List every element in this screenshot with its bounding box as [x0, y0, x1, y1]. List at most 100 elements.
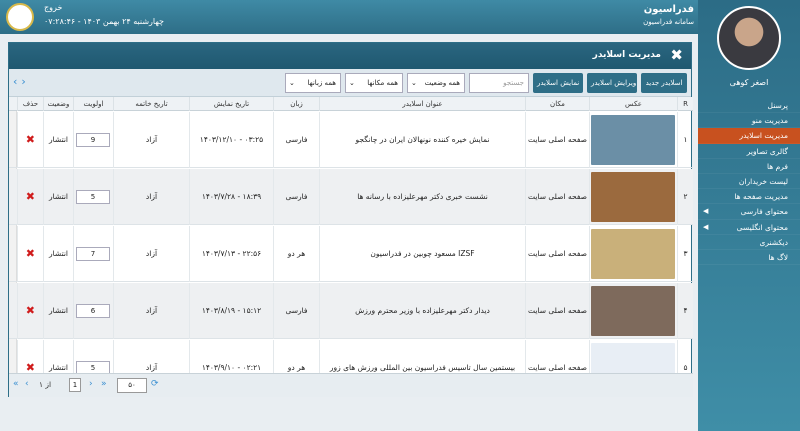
cell-image — [589, 112, 677, 168]
priority-input[interactable]: 7 — [76, 247, 110, 261]
col-status: وضعیت — [43, 97, 73, 111]
cell-language: فارسی — [273, 112, 319, 168]
cell-show-date: ۱۴۰۳/۸/۱۹ - ۱۵:۱۲ — [189, 283, 273, 339]
sidebar-item-english-content[interactable]: ◀ محتوای انگلیسی — [698, 220, 800, 235]
cell-end-date: آزاد — [113, 283, 189, 339]
sidebar-item-label: لیست خریداران — [738, 176, 788, 186]
prev-page-icon[interactable]: ‹ — [25, 379, 29, 389]
cell-status: انتشار — [43, 112, 73, 168]
pager: « ‹ از ۱ 1 › » ۵۰ ⟳ — [9, 373, 693, 397]
sidebar-item-logs[interactable]: لاگ ها — [698, 250, 800, 266]
search-input[interactable]: جستجو — [469, 73, 529, 93]
cell-end-date: آزاد — [113, 112, 189, 168]
sidebar-item-buyers[interactable]: لیست خریداران — [698, 174, 800, 190]
sidebar-item-label: مدیریت صفحه ها — [734, 192, 788, 202]
table-row[interactable]: ۵ صفحه اصلی سایت بیستمین سال تاسیس فدراسیو… — [9, 340, 693, 373]
view-slider-button[interactable]: نمایش اسلایدر — [533, 73, 583, 93]
cell-show-date: ۱۴۰۳/۹/۱۰ - ۰۲:۲۱ — [189, 340, 273, 373]
app-title: فدراسیون — [643, 4, 694, 15]
cell-priority: 7 — [73, 226, 113, 282]
next-page-icon[interactable]: › — [89, 379, 93, 389]
sidebar-item-gallery[interactable]: گالری تصاویر — [698, 144, 800, 159]
status-filter-value: همه وضعیت — [424, 79, 460, 87]
sidebar-item-dictionary[interactable]: دیکشنری — [698, 235, 800, 250]
cell-priority: 5 — [73, 340, 113, 373]
cell-end-date: آزاد — [113, 169, 189, 225]
delete-icon[interactable]: ✖ — [26, 169, 35, 225]
cell-image — [589, 226, 677, 282]
cell-status: انتشار — [43, 340, 73, 373]
scroll-arrows[interactable]: ‹› — [13, 75, 30, 88]
cell-language: هر دو — [273, 226, 319, 282]
priority-input[interactable]: 6 — [76, 304, 110, 318]
sidebar-item-slider-management[interactable]: مدیریت اسلایدر — [698, 128, 800, 144]
first-page-icon[interactable]: « — [13, 379, 19, 389]
table-row[interactable]: ۴ صفحه اصلی سایت دیدار دکتر مهرعلیزاده با … — [9, 283, 693, 339]
delete-icon[interactable]: ✖ — [26, 226, 35, 282]
logout-link[interactable]: خروج — [44, 3, 62, 12]
status-filter-select[interactable]: همه وضعیت ⌄ — [407, 73, 465, 93]
place-filter-select[interactable]: همه مکانها ⌄ — [345, 73, 403, 93]
priority-input[interactable]: 9 — [76, 133, 110, 147]
cell-image — [589, 283, 677, 339]
sidebar-item-label: دیکشنری — [759, 237, 788, 247]
slider-thumbnail — [591, 286, 675, 336]
col-end-date: تاریخ خاتمه — [113, 97, 189, 111]
cell-show-date: ۱۴۰۳/۷/۱۳ - ۲۲:۵۶ — [189, 226, 273, 282]
cell-language: فارسی — [273, 169, 319, 225]
cell-place: صفحه اصلی سایت — [525, 112, 589, 168]
col-place: مکان — [525, 97, 589, 111]
cell-image — [589, 169, 677, 225]
place-filter-value: همه مکانها — [367, 79, 398, 87]
cell-priority: 6 — [73, 283, 113, 339]
cell-end-date: آزاد — [113, 340, 189, 373]
delete-icon[interactable]: ✖ — [26, 112, 35, 168]
cell-delete: ✖ — [17, 340, 43, 373]
sidebar-item-personnel[interactable]: پرسنل — [698, 98, 800, 114]
cell-r: ۱ — [677, 112, 693, 168]
close-icon[interactable]: ✖ — [670, 46, 683, 64]
priority-input[interactable]: 5 — [76, 190, 110, 204]
language-filter-select[interactable]: همه زبانها ⌄ — [285, 73, 341, 93]
sidebar-item-label: مدیریت اسلایدر — [739, 131, 788, 141]
cell-status: انتشار — [43, 226, 73, 282]
cell-r: ۲ — [677, 169, 693, 225]
edit-slider-button[interactable]: ویرایش اسلایدر — [587, 73, 637, 93]
delete-icon[interactable]: ✖ — [26, 340, 35, 373]
new-slider-button[interactable]: اسلایدر جدید — [641, 73, 687, 93]
cell-language: فارسی — [273, 283, 319, 339]
sidebar-item-forms[interactable]: فرم ها — [698, 159, 800, 174]
cell-show-date: ۱۴۰۳/۷/۲۸ - ۱۸:۳۹ — [189, 169, 273, 225]
chevron-down-icon: ⌄ — [411, 79, 417, 87]
priority-input[interactable]: 5 — [76, 361, 110, 373]
federation-logo — [6, 3, 34, 31]
chevron-down-icon: ⌄ — [289, 79, 295, 87]
table-row[interactable]: ۱ صفحه اصلی سایت نمایش خیره کننده نونهالان… — [9, 112, 693, 168]
delete-icon[interactable]: ✖ — [26, 283, 35, 339]
slider-management-panel: مدیریت اسلایدر ✖ اسلایدر جدید ویرایش اسل… — [8, 42, 693, 397]
sidebar-item-label: پرسنل — [767, 101, 788, 110]
toolbar: اسلایدر جدید ویرایش اسلایدر نمایش اسلاید… — [9, 69, 691, 97]
user-name: اصغر کوهی — [729, 78, 769, 87]
chevron-right-icon[interactable]: › — [21, 75, 29, 88]
slider-thumbnail — [591, 115, 675, 165]
cell-r: ۳ — [677, 226, 693, 282]
cell-image — [589, 340, 677, 373]
table-row[interactable]: ۳ صفحه اصلی سایت مسعود چوبین در فدراسیون I… — [9, 226, 693, 282]
cell-r: ۵ — [677, 340, 693, 373]
header-title-block: فدراسیون سامانه فدراسیون — [643, 4, 694, 26]
sidebar-item-pages[interactable]: مدیریت صفحه ها — [698, 189, 800, 205]
page-input[interactable]: 1 — [69, 378, 81, 392]
table-header: R عکس مکان عنوان اسلایدر زبان تاریخ نمای… — [9, 97, 693, 111]
page-size-select[interactable]: ۵۰ — [117, 378, 147, 393]
sidebar-item-persian-content[interactable]: ◀ محتوای فارسی — [698, 204, 800, 220]
slider-thumbnail — [591, 172, 675, 222]
table-row[interactable]: ۲ صفحه اصلی سایت نشست خبری دکتر مهرعلیزاده… — [9, 169, 693, 225]
slider-table: R عکس مکان عنوان اسلایدر زبان تاریخ نمای… — [9, 97, 693, 373]
refresh-icon[interactable]: ⟳ — [151, 379, 159, 389]
sidebar-item-menu-management[interactable]: مدیریت منو — [698, 113, 800, 129]
sidebar-item-label: محتوای انگلیسی — [736, 222, 788, 232]
chevron-left-icon: ◀ — [703, 222, 709, 231]
last-page-icon[interactable]: » — [101, 379, 107, 389]
avatar — [717, 6, 781, 70]
